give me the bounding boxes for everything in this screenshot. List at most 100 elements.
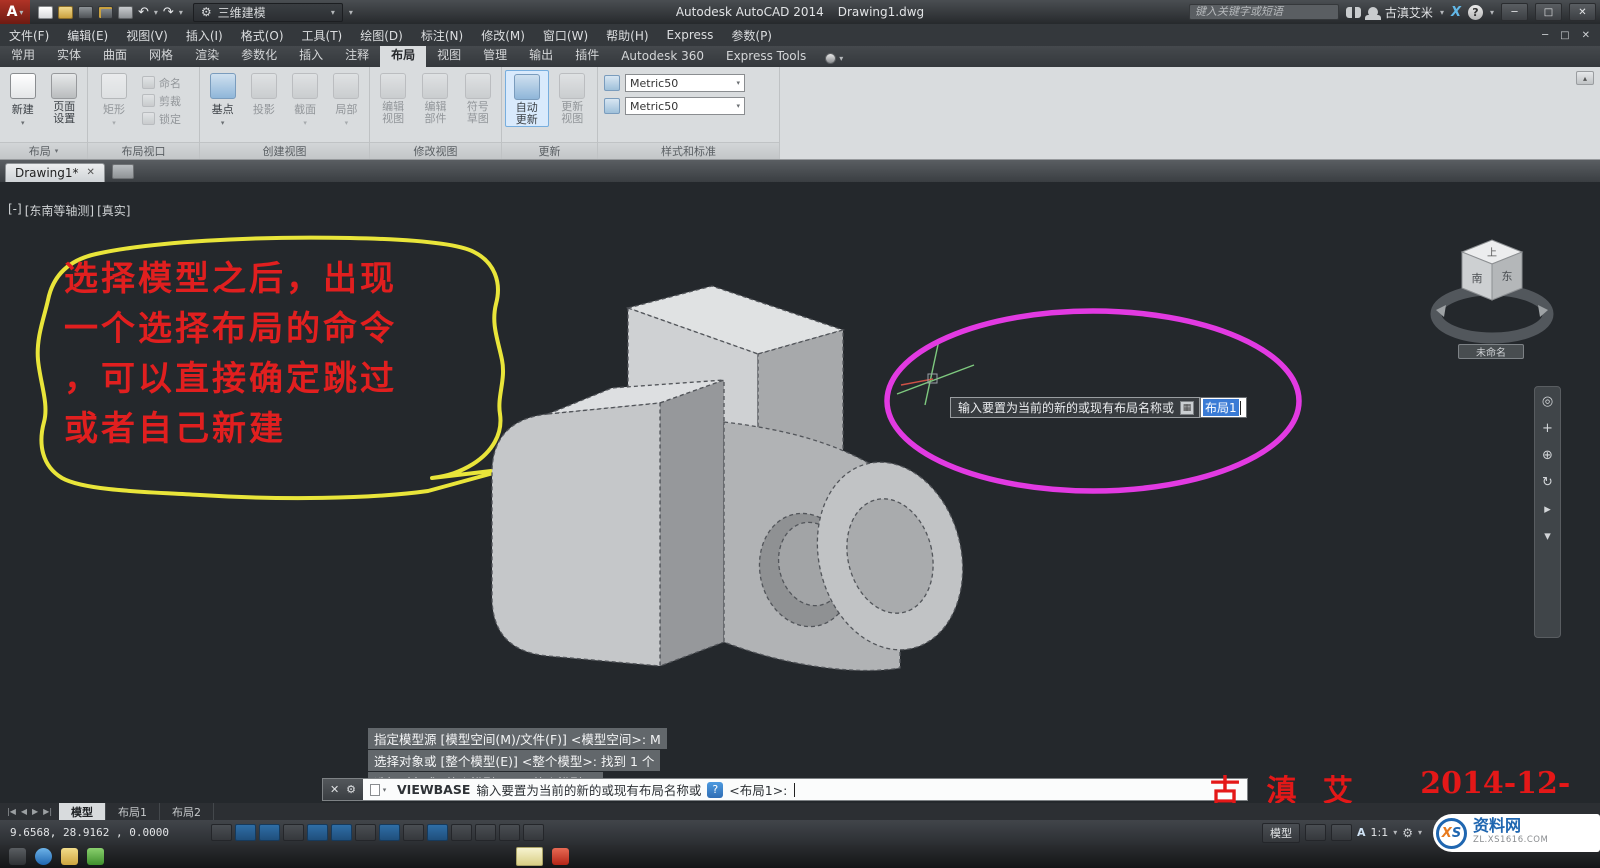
section-view-button[interactable]: 截面 ▾ (286, 70, 325, 127)
edit-component-button[interactable]: 编辑部件 (415, 70, 455, 125)
save-as-icon[interactable] (98, 6, 113, 19)
taskbar-app-icon[interactable] (9, 848, 26, 865)
symbol-sketch-button[interactable]: 符号草图 (458, 70, 498, 125)
tab-view[interactable]: 视图 (426, 43, 472, 67)
viewport-control-visual-style[interactable]: [真实] (97, 202, 130, 219)
tab-manage[interactable]: 管理 (472, 43, 518, 67)
command-prompt-area[interactable]: VIEWBASE 输入要置为当前的新的或现有布局名称或 ? <布局1>: (393, 780, 795, 799)
signed-in-user[interactable]: 古滇艾米 (1385, 4, 1433, 21)
taskbar-explorer-icon[interactable] (61, 848, 78, 865)
tab-parametric[interactable]: 参数化 (230, 43, 288, 67)
redo-dropdown-icon[interactable]: ▾ (179, 8, 183, 17)
ortho-mode-toggle[interactable] (283, 824, 304, 841)
grid-display-toggle[interactable] (259, 824, 280, 841)
tab-express-tools[interactable]: Express Tools (715, 46, 817, 67)
new-drawing-tab-icon[interactable] (112, 164, 134, 179)
taskbar-app-green-icon[interactable] (87, 848, 104, 865)
first-tab-icon[interactable]: |◀ (7, 807, 16, 816)
customize-command-icon[interactable]: ⚙ (346, 783, 356, 796)
page-setup-button[interactable]: 页面设置 (45, 70, 85, 125)
next-tab-icon[interactable]: ▶ (32, 807, 38, 816)
menu-express[interactable]: Express (658, 25, 723, 45)
panel-label-styles[interactable]: 样式和标准 (598, 142, 779, 159)
annotation-scale-value[interactable]: 1:1 (1371, 826, 1389, 839)
menu-tools[interactable]: 工具(T) (293, 24, 352, 47)
undo-dropdown-icon[interactable]: ▾ (154, 8, 158, 17)
help-icon[interactable]: ? (1468, 5, 1483, 20)
tab-output[interactable]: 输出 (518, 43, 564, 67)
tab-autodesk360[interactable]: Autodesk 360 (610, 46, 715, 67)
menu-parametric[interactable]: 参数(P) (722, 24, 781, 47)
navbar-menu-icon[interactable]: ▾ (1539, 528, 1556, 545)
search-icon[interactable] (1346, 7, 1361, 18)
ucs-selector[interactable]: 未命名 (1458, 344, 1524, 359)
panel-label-update[interactable]: 更新 (502, 142, 597, 159)
full-navigation-wheel-icon[interactable]: ◎ (1539, 393, 1556, 410)
tab-mesh[interactable]: 网格 (138, 43, 184, 67)
ribbon-options-button[interactable]: ▾ (825, 53, 843, 67)
new-layout-button[interactable]: 新建 ▾ (3, 70, 43, 127)
tab-model-space[interactable]: 模型 (59, 803, 106, 821)
clip-viewport-button[interactable]: 剪裁 (139, 92, 184, 109)
drafting-standard-combo[interactable]: Metric50 ▾ (625, 74, 745, 92)
tab-insert[interactable]: 插入 (288, 43, 334, 67)
minimize-button[interactable]: ─ (1501, 3, 1528, 21)
object-snap-tracking-toggle[interactable] (379, 824, 400, 841)
exchange-apps-icon[interactable]: X (1451, 5, 1461, 20)
command-option-button[interactable]: ? (707, 782, 723, 798)
infocenter-search-input[interactable] (1189, 4, 1339, 20)
doc-minimize-icon[interactable]: ─ (1542, 30, 1548, 41)
user-dropdown-icon[interactable]: ▾ (1440, 8, 1444, 17)
quick-view-drawings-icon[interactable] (1331, 824, 1352, 841)
close-tab-icon[interactable]: ✕ (87, 167, 95, 178)
edit-view-button[interactable]: 编辑视图 (373, 70, 413, 125)
close-command-icon[interactable]: ✕ (330, 783, 339, 796)
tab-render[interactable]: 渲染 (184, 43, 230, 67)
layer-standard-combo[interactable]: Metric50 ▾ (625, 97, 745, 115)
last-tab-icon[interactable]: ▶| (43, 807, 52, 816)
dynamic-input-toggle[interactable] (427, 824, 448, 841)
tab-annotate[interactable]: 注释 (334, 43, 380, 67)
rectangular-viewport-button[interactable]: 矩形 ▾ (91, 70, 137, 127)
chevron-down-icon[interactable]: ▾ (1418, 828, 1422, 837)
base-view-button[interactable]: 基点 ▾ (203, 70, 242, 127)
prev-tab-icon[interactable]: ◀ (21, 807, 27, 816)
menu-help[interactable]: 帮助(H) (597, 24, 657, 47)
showmotion-icon[interactable]: ▸ (1539, 501, 1556, 518)
object-snap-toggle[interactable] (331, 824, 352, 841)
tab-solid[interactable]: 实体 (46, 43, 92, 67)
projected-view-button[interactable]: 投影 (244, 70, 283, 117)
transparency-toggle[interactable] (475, 824, 496, 841)
drawing-canvas[interactable]: [-] [东南等轴测] [真实] 选择模型之后，出现 一个选择布局的命令 ，可以… (0, 182, 1600, 803)
quick-properties-toggle[interactable] (499, 824, 520, 841)
undo-icon[interactable]: ↶ (138, 6, 149, 19)
selection-cycling-toggle[interactable] (523, 824, 544, 841)
application-menu-button[interactable]: A ▾ (0, 0, 30, 24)
viewcube-top-label[interactable]: 上 (1487, 247, 1497, 259)
help-dropdown-icon[interactable]: ▾ (1490, 8, 1494, 17)
lock-viewport-button[interactable]: 锁定 (139, 110, 184, 127)
panel-label-create-view[interactable]: 创建视图 (200, 142, 369, 159)
redo-icon[interactable]: ↷ (163, 6, 174, 19)
viewcube[interactable]: 上 南 东 (1428, 236, 1556, 358)
save-icon[interactable] (78, 6, 93, 19)
file-tab-drawing1[interactable]: Drawing1* ✕ (5, 163, 105, 182)
ribbon-collapse-button[interactable]: ▴ (1576, 71, 1594, 85)
named-viewport-button[interactable]: 命名 (139, 74, 184, 91)
menu-format[interactable]: 格式(O) (232, 24, 293, 47)
viewcube-south-label[interactable]: 南 (1472, 272, 1483, 285)
auto-update-toggle[interactable]: 自动更新 (505, 70, 549, 127)
new-file-icon[interactable] (38, 6, 53, 19)
model-space-button[interactable]: 模型 (1262, 823, 1300, 843)
zoom-icon[interactable]: ⊕ (1539, 447, 1556, 464)
workspace-switching-icon[interactable]: ⚙ (1402, 826, 1413, 840)
infer-constraints-toggle[interactable] (211, 824, 232, 841)
polar-tracking-toggle[interactable] (307, 824, 328, 841)
panel-label-modify-view[interactable]: 修改视图 (370, 142, 501, 159)
update-view-button[interactable]: 更新视图 (551, 70, 594, 125)
panel-label-layout[interactable]: 布局 ▾ (0, 142, 87, 159)
tab-layout1[interactable]: 布局1 (106, 803, 160, 821)
lineweight-toggle[interactable] (451, 824, 472, 841)
menu-dimension[interactable]: 标注(N) (412, 24, 472, 47)
detail-view-button[interactable]: 局部 ▾ (327, 70, 366, 127)
